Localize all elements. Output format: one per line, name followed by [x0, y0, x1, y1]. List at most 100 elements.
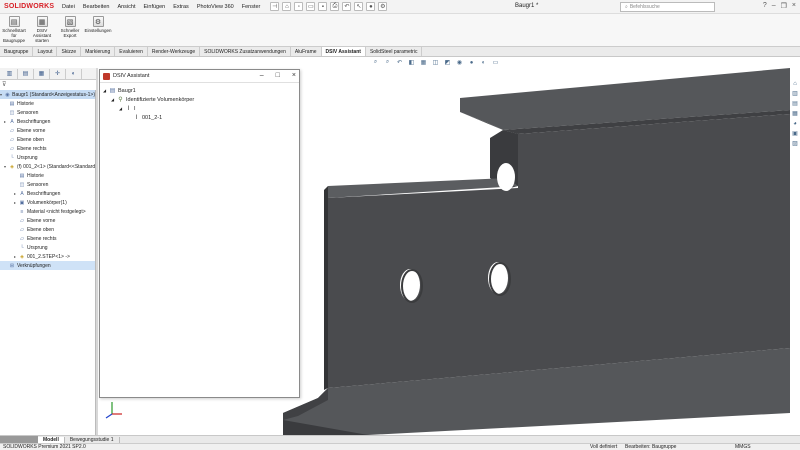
dialog-tree-item[interactable]: ◢ ▤ Baugr1	[103, 86, 136, 95]
search-input[interactable]: Befehlssuche	[630, 4, 660, 10]
command-manager: ▤ Schnellstart für Baugruppe ▦ DSIV Assi…	[0, 14, 800, 47]
config-tab-icon[interactable]: ▦	[34, 68, 50, 79]
pin-icon[interactable]: ⊣	[270, 2, 280, 11]
minimize-icon[interactable]: –	[260, 72, 264, 79]
tab-dsiv[interactable]: DSIV Assistant	[321, 47, 366, 56]
tree-item[interactable]: ▸ A Beschriftungen	[14, 189, 60, 198]
section-view-icon[interactable]: ◧	[408, 59, 415, 66]
tree-item[interactable]: ◫ Sensoren	[14, 180, 49, 189]
origin-icon: └	[10, 154, 14, 161]
display-style-icon[interactable]: ◩	[444, 59, 451, 66]
tree-item[interactable]: ▸ ▣ Volumenkörper(1)	[14, 198, 67, 207]
feature-tree: ▾ ◉ Baugr1 (Standard<Anzeigestatus-1>) ▤…	[0, 90, 96, 435]
resources-icon[interactable]: ⌂	[792, 80, 799, 87]
home-icon[interactable]: ⌂	[282, 2, 292, 11]
forum-icon[interactable]: ▨	[792, 140, 799, 147]
dimxpert-tab-icon[interactable]: ✛	[50, 68, 66, 79]
status-units[interactable]: MMGS	[735, 444, 751, 450]
view-settings-icon[interactable]: ▭	[492, 59, 499, 66]
rebuild-icon[interactable]: ●	[366, 2, 376, 11]
plane-icon: ▱	[20, 217, 24, 224]
dynamic-annotation-icon[interactable]: ▦	[420, 59, 427, 66]
tab-addins[interactable]: SOLIDWORKS Zusatzanwendungen	[200, 47, 291, 56]
tree-item[interactable]: ▱ Ebene vorne	[14, 216, 55, 225]
tab-solidsteel[interactable]: SolidSteel parametric	[366, 47, 423, 56]
tree-item[interactable]: ▱ Ebene oben	[4, 135, 44, 144]
save-icon[interactable]: ▪	[318, 2, 328, 11]
tab-markierung[interactable]: Markierung	[81, 47, 116, 56]
minimize-icon[interactable]: –	[772, 2, 776, 10]
tree-item[interactable]: ▱ Ebene vorne	[4, 126, 45, 135]
dialog-title: DSIV Assistant	[113, 73, 150, 79]
menu-ansicht[interactable]: Ansicht	[113, 4, 139, 10]
select-icon[interactable]: ↖	[354, 2, 364, 11]
tab-layout[interactable]: Layout	[33, 47, 58, 56]
tree-item[interactable]: ▾ ◉ Baugr1 (Standard<Anzeigestatus-1>)	[0, 90, 95, 99]
undo-icon[interactable]: ↶	[342, 2, 352, 11]
menu-datei[interactable]: Datei	[58, 4, 79, 10]
dialog-tree-item[interactable]: I 001_2-1	[133, 113, 163, 122]
options-icon[interactable]: ⚙	[378, 2, 388, 11]
new-icon[interactable]: ▫	[294, 2, 304, 11]
appearances-icon[interactable]: ◕	[792, 120, 799, 127]
identified-bodies-icon: ⚲	[118, 97, 123, 103]
quickstart-button[interactable]: ▤ Schnellstart für Baugruppe	[0, 14, 28, 46]
print-icon[interactable]: ⎙	[330, 2, 340, 11]
menu-bearbeiten[interactable]: Bearbeiten	[79, 4, 114, 10]
tree-item[interactable]: ▤ Historie	[4, 99, 34, 108]
custom-properties-icon[interactable]: ▣	[792, 130, 799, 137]
tab-evaluieren[interactable]: Evaluieren	[115, 47, 148, 56]
dialog-tree-item[interactable]: ◢ I I	[119, 104, 136, 113]
menu-photoview[interactable]: PhotoView 360	[193, 4, 238, 10]
edit-appearance-icon[interactable]: ●	[468, 59, 475, 66]
close-icon[interactable]: ×	[792, 2, 796, 10]
tree-item[interactable]: ≡ Material <nicht festgelegt>	[14, 207, 86, 216]
tree-item[interactable]: └ Ursprung	[4, 153, 37, 162]
gear-icon: ⚙	[92, 16, 104, 27]
tree-item[interactable]: ▾ ◈ (f) 001_2<1> (Standard<<Standard	[4, 162, 95, 171]
zoom-fit-icon[interactable]: ⌕	[372, 59, 379, 66]
tree-item[interactable]: ▱ Ebene rechts	[14, 234, 56, 243]
quick-export-button[interactable]: ▧ Schneller Export	[56, 14, 84, 46]
tree-item[interactable]: ▤ Historie	[14, 171, 44, 180]
window-controls: ? – ❐ ×	[763, 2, 796, 10]
menu-einfuegen[interactable]: Einfügen	[140, 4, 170, 10]
property-tab-icon[interactable]: ▤	[18, 68, 34, 79]
hide-show-icon[interactable]: ◉	[456, 59, 463, 66]
open-icon[interactable]: ▭	[306, 2, 316, 11]
featuremanager-tab-icon[interactable]: ▥	[2, 68, 18, 79]
command-search[interactable]: ⌕ Befehlssuche	[620, 2, 715, 12]
settings-button[interactable]: ⚙ Einstellungen	[84, 14, 112, 46]
tree-item[interactable]: ◫ Sensoren	[4, 108, 39, 117]
filter-icon[interactable]: ⊽	[2, 81, 6, 88]
tree-item[interactable]: └ Ursprung	[14, 243, 47, 252]
previous-view-icon[interactable]: ↶	[396, 59, 403, 66]
view-palette-icon[interactable]: ▦	[792, 110, 799, 117]
menu-fenster[interactable]: Fenster	[238, 4, 265, 10]
restore-icon[interactable]: ❐	[781, 2, 787, 10]
zoom-area-icon[interactable]: ⌕	[384, 59, 391, 66]
scene-icon[interactable]: ◐	[480, 59, 487, 66]
tree-item[interactable]: ▸ ◈ 001_2.STEP<1> ->	[14, 252, 70, 261]
tab-model[interactable]: Modell	[38, 436, 65, 443]
i-beam-icon: I	[127, 105, 130, 112]
design-library-icon[interactable]: ▥	[792, 90, 799, 97]
tab-baugruppe[interactable]: Baugruppe	[0, 47, 34, 56]
tree-item[interactable]: ▱ Ebene rechts	[4, 144, 46, 153]
tab-render[interactable]: Render-Werkzeuge	[148, 47, 201, 56]
tab-aluframe[interactable]: AluFrame	[291, 47, 322, 56]
view-orientation-icon[interactable]: ◫	[432, 59, 439, 66]
dsiv-start-button[interactable]: ▦ DSIV Assistant starten	[28, 14, 56, 46]
dialog-tree-item[interactable]: ◢ ⚲ Identifizierte Volumenkörper	[111, 95, 194, 104]
tree-item[interactable]: ⊞ Verknüpfungen	[0, 261, 95, 270]
tab-skizze[interactable]: Skizze	[57, 47, 82, 56]
tree-item[interactable]: ▸ A Beschriftungen	[4, 117, 50, 126]
maximize-icon[interactable]: □	[276, 72, 280, 79]
close-icon[interactable]: ×	[292, 72, 296, 79]
tab-motion-study[interactable]: Bewegungsstudie 1	[65, 436, 120, 443]
menu-extras[interactable]: Extras	[169, 4, 193, 10]
display-tab-icon[interactable]: ◐	[66, 68, 82, 79]
tree-item[interactable]: ▱ Ebene oben	[14, 225, 54, 234]
file-explorer-icon[interactable]: ▤	[792, 100, 799, 107]
help-icon[interactable]: ?	[763, 2, 767, 10]
